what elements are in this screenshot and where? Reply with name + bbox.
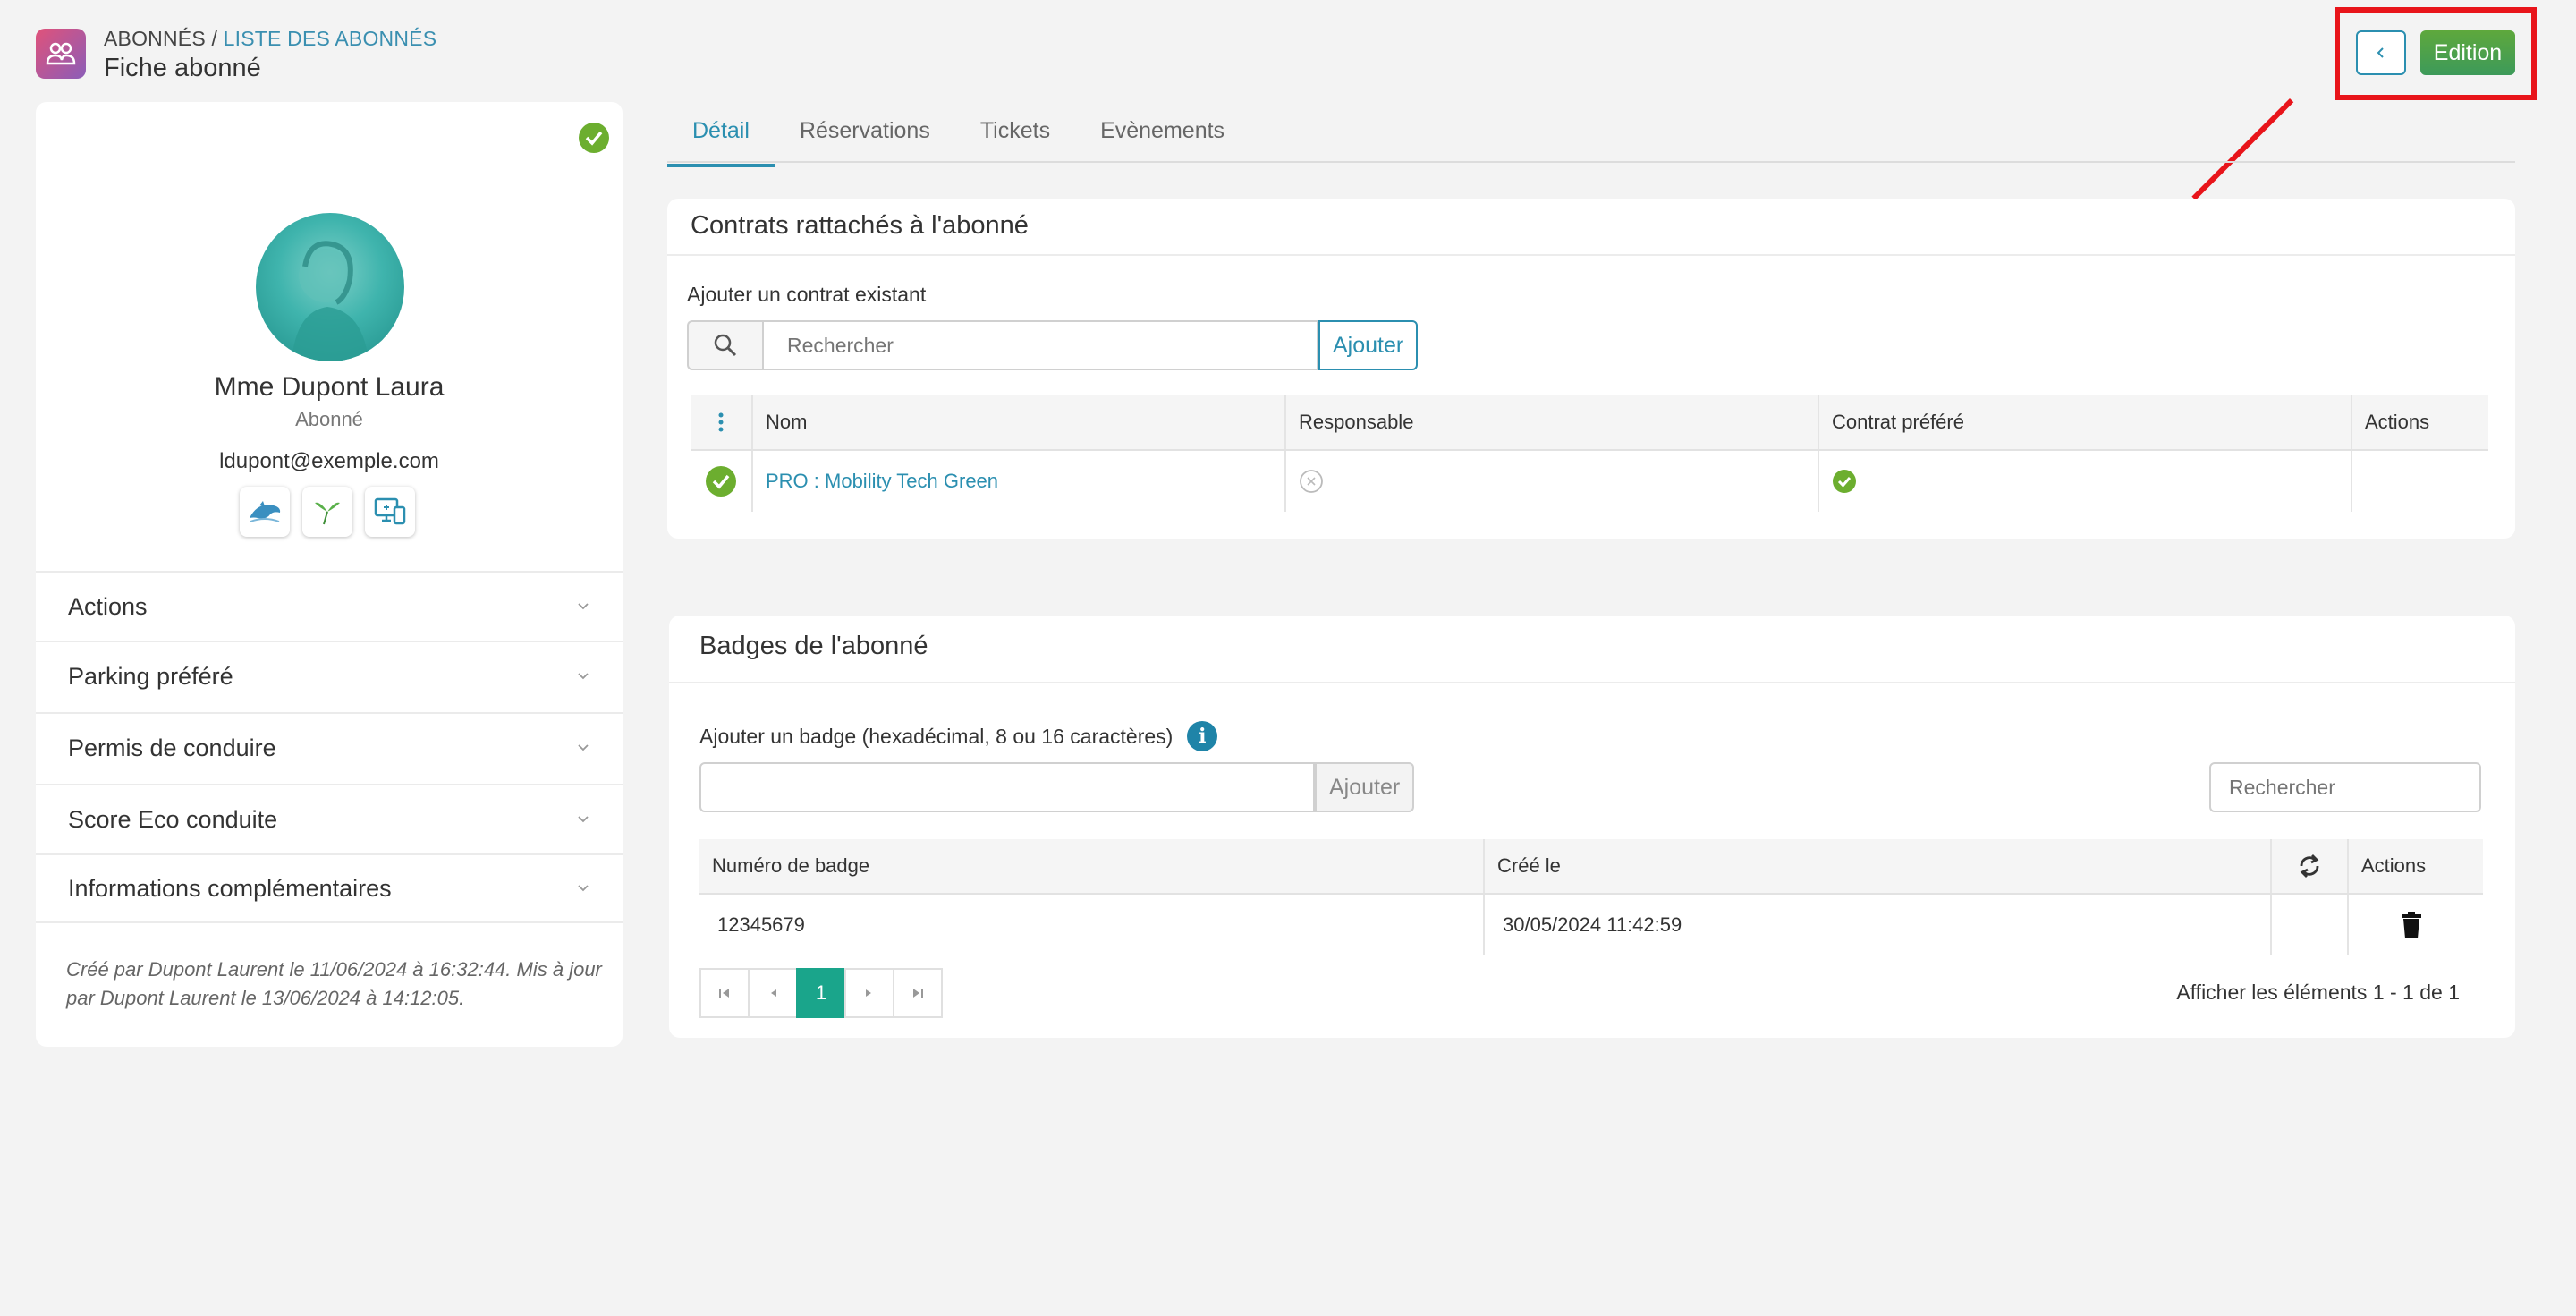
contracts-table: Nom Responsable Contrat préféré Actions … bbox=[691, 395, 2488, 512]
delete-badge-cell bbox=[2349, 895, 2474, 955]
breadcrumb-link-subscribers-list[interactable]: LISTE DES ABONNÉS bbox=[224, 27, 437, 50]
avatar bbox=[256, 213, 404, 361]
add-contract-label: Ajouter un contrat existant bbox=[687, 283, 927, 306]
audit-info: Créé par Dupont Laurent le 11/06/2024 à … bbox=[66, 958, 602, 1009]
add-badge-button[interactable]: Ajouter bbox=[1315, 762, 1415, 812]
column-menu-icon[interactable] bbox=[691, 395, 753, 449]
table-row: 12345679 30/05/2024 11:42:59 bbox=[699, 895, 2483, 955]
accordion-parking-prefere[interactable]: Parking préféré bbox=[36, 641, 623, 710]
badges-table: Numéro de badge Créé le Actions 12345679… bbox=[699, 839, 2483, 955]
first-page-button[interactable] bbox=[699, 968, 750, 1018]
previous-page-icon bbox=[771, 989, 776, 997]
tab-evenements[interactable]: Evènements bbox=[1075, 106, 1250, 167]
next-page-button[interactable] bbox=[844, 968, 894, 1018]
last-page-button[interactable] bbox=[893, 968, 943, 1018]
chevron-down-icon bbox=[578, 603, 589, 610]
tab-detail[interactable]: Détail bbox=[667, 106, 775, 167]
badge-refresh-cell bbox=[2272, 895, 2349, 955]
info-icon[interactable]: i bbox=[1187, 721, 1218, 751]
not-responsible-icon bbox=[1300, 470, 1323, 493]
preferred-check-icon bbox=[1833, 470, 1856, 493]
app-badges bbox=[240, 487, 415, 537]
subscriber-name: Mme Dupont Laura bbox=[214, 372, 445, 402]
next-page-icon bbox=[866, 989, 871, 997]
dolphin-app-icon[interactable] bbox=[240, 487, 290, 537]
pagination: 1 bbox=[699, 968, 943, 1018]
active-status-check-icon bbox=[578, 122, 610, 158]
users-icon bbox=[46, 42, 76, 65]
contracts-title-separator bbox=[667, 254, 2515, 256]
row-status-check-icon bbox=[691, 451, 753, 512]
column-header-numero-de-badge[interactable]: Numéro de badge bbox=[699, 839, 1485, 893]
accordion-permis-de-conduire[interactable]: Permis de conduire bbox=[36, 712, 623, 782]
responsable-cell bbox=[1286, 451, 1819, 512]
chevron-down-icon bbox=[578, 673, 589, 680]
actions-cell bbox=[2352, 451, 2476, 512]
tabs-divider bbox=[667, 161, 2515, 163]
badges-table-header: Numéro de badge Créé le Actions bbox=[699, 839, 2483, 895]
subscribers-app-icon bbox=[36, 29, 86, 79]
chevron-down-icon bbox=[578, 885, 589, 892]
tab-tickets[interactable]: Tickets bbox=[955, 106, 1075, 167]
contracts-title: Contrats rattachés à l'abonné bbox=[691, 211, 1029, 240]
badge-number-cell: 12345679 bbox=[699, 895, 1485, 955]
column-header-contrat-prefere[interactable]: Contrat préféré bbox=[1819, 395, 2352, 449]
accordion-informations-complementaires[interactable]: Informations complémentaires bbox=[36, 853, 623, 923]
add-contract-button[interactable]: Ajouter bbox=[1318, 320, 1419, 370]
breadcrumb-root: ABONNÉS bbox=[104, 27, 206, 50]
contracts-card: Contrats rattachés à l'abonné Ajouter un… bbox=[667, 199, 2515, 539]
add-badge-group: Ajouter bbox=[699, 762, 1415, 812]
column-header-nom[interactable]: Nom bbox=[753, 395, 1286, 449]
subscriber-role: Abonné bbox=[295, 408, 363, 430]
last-page-icon bbox=[913, 989, 923, 998]
contract-search-input[interactable] bbox=[762, 320, 1318, 370]
trash-icon[interactable] bbox=[2400, 911, 2423, 939]
tabs: Détail Réservations Tickets Evènements bbox=[667, 106, 1250, 167]
add-badge-label: Ajouter un badge (hexadécimal, 8 ou 16 c… bbox=[699, 724, 1174, 748]
subscriber-email: ldupont@exemple.com bbox=[219, 449, 439, 473]
highlight-connector bbox=[2191, 98, 2294, 200]
accordion-actions[interactable]: Actions bbox=[36, 571, 623, 641]
previous-page-button[interactable] bbox=[748, 968, 798, 1018]
badges-title: Badges de l'abonné bbox=[699, 632, 928, 660]
column-header-responsable[interactable]: Responsable bbox=[1286, 395, 1819, 449]
search-icon bbox=[687, 320, 762, 370]
breadcrumb: ABONNÉS / LISTE DES ABONNÉS bbox=[104, 27, 437, 50]
table-row: PRO : Mobility Tech Green bbox=[691, 451, 2488, 512]
first-page-icon bbox=[719, 989, 729, 998]
contracts-table-header: Nom Responsable Contrat préféré Actions bbox=[691, 395, 2488, 451]
badges-title-separator bbox=[669, 682, 2515, 683]
column-header-actions: Actions bbox=[2365, 411, 2430, 433]
contract-name-cell: PRO : Mobility Tech Green bbox=[753, 451, 1286, 512]
contract-name-link[interactable]: PRO : Mobility Tech Green bbox=[766, 470, 998, 493]
contrat-prefere-cell bbox=[1819, 451, 2352, 512]
badge-created-cell: 30/05/2024 11:42:59 bbox=[1485, 895, 2272, 955]
column-header-cree-le[interactable]: Créé le bbox=[1485, 839, 2272, 893]
refresh-icon[interactable] bbox=[2272, 839, 2349, 893]
contract-search-group: Ajouter bbox=[687, 320, 1419, 370]
highlight-box-small bbox=[2334, 7, 2537, 100]
chevron-down-icon bbox=[578, 744, 589, 751]
column-header-actions: Actions bbox=[2361, 854, 2427, 877]
accordion-score-eco-conduite[interactable]: Score Eco conduite bbox=[36, 784, 623, 853]
devices-app-icon[interactable] bbox=[365, 487, 415, 537]
badge-number-input[interactable] bbox=[699, 762, 1315, 812]
chevron-down-icon bbox=[578, 816, 589, 823]
add-badge-label-row: Ajouter un badge (hexadécimal, 8 ou 16 c… bbox=[699, 721, 1218, 751]
page-1-button[interactable]: 1 bbox=[796, 968, 846, 1018]
bird-app-icon[interactable] bbox=[302, 487, 352, 537]
page-title: Fiche abonné bbox=[104, 54, 261, 82]
badges-card: Badges de l'abonné Ajouter un badge (hex… bbox=[669, 616, 2515, 1038]
badge-search-input[interactable] bbox=[2209, 762, 2481, 812]
tab-reservations[interactable]: Réservations bbox=[775, 106, 955, 167]
pager-info: Afficher les éléments 1 - 1 de 1 bbox=[2176, 981, 2460, 1004]
